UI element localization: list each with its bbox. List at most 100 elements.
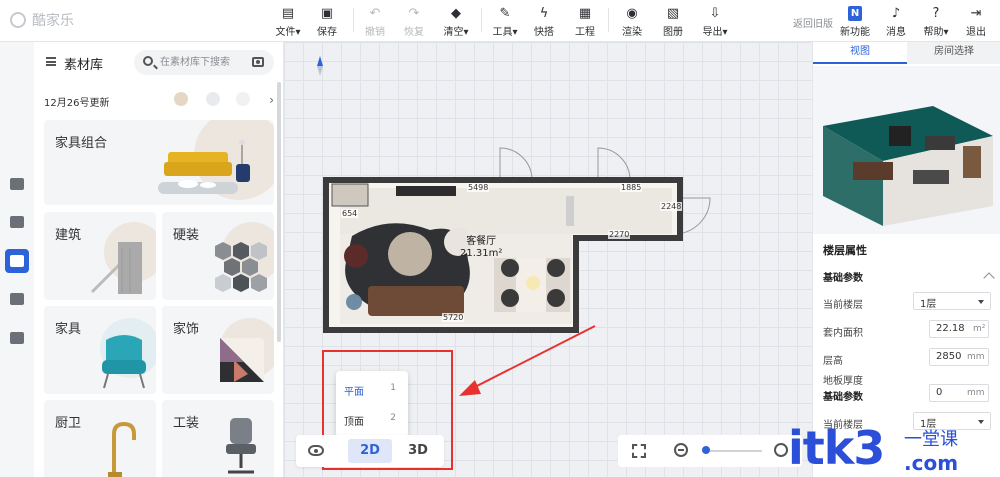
toolbar-divider xyxy=(353,8,354,32)
view-3d-button[interactable]: 3D xyxy=(396,439,440,463)
rail-item-storage[interactable] xyxy=(5,326,29,350)
list-icon[interactable] xyxy=(46,57,56,66)
tools-button[interactable]: ✎ 工具▾ xyxy=(487,6,523,38)
watermark-logo: itk3 xyxy=(788,421,885,475)
logout-button[interactable]: ⇥ 退出 xyxy=(958,6,994,38)
zoom-in-icon[interactable] xyxy=(774,443,788,457)
render-button[interactable]: ◉ 渲染 xyxy=(614,6,650,38)
album-button[interactable]: ▧ 图册 xyxy=(655,6,691,38)
card-home-decor[interactable]: 家饰 xyxy=(162,306,274,394)
new-feature-icon: N xyxy=(848,6,862,21)
3d-room-render xyxy=(823,106,993,226)
messages-button[interactable]: ♪ 消息 xyxy=(878,6,914,38)
help-icon: ? xyxy=(932,6,940,21)
eraser-icon: ◆ xyxy=(451,6,461,21)
update-row: 12月26号更新 › xyxy=(34,88,284,112)
card-furniture[interactable]: 家具 xyxy=(44,306,156,394)
quick-build-button[interactable]: ϟ 快搭 xyxy=(526,6,562,38)
door-icon xyxy=(10,216,24,228)
card-commercial[interactable]: 工装 xyxy=(162,400,274,477)
hexagon-tiles-illustration xyxy=(215,242,267,292)
popup-item-ceiling[interactable]: 顶面 2 xyxy=(344,409,402,429)
camera-icon[interactable] xyxy=(252,57,264,67)
rail-item-materials[interactable] xyxy=(5,249,29,273)
popup-label: 平面 xyxy=(344,387,364,398)
bolt-icon: ϟ xyxy=(539,6,549,21)
popup-item-floor-plan[interactable]: 平面 1 xyxy=(344,379,402,399)
export-button[interactable]: ⇩ 导出▾ xyxy=(697,6,733,38)
project-icon: ▦ xyxy=(578,6,592,21)
save-icon: ▣ xyxy=(320,6,334,21)
current-floor-select[interactable]: 1层 xyxy=(913,292,991,310)
right-panel: 视图 房间选择 楼层属性 基础参数 当前楼层 1层 套内面积 22.18 m² … xyxy=(812,42,1000,477)
rail-item-door[interactable] xyxy=(5,210,29,234)
view-2d-button[interactable]: 2D xyxy=(348,439,392,463)
rail-item-floorplan[interactable] xyxy=(5,172,29,196)
tab-room-select[interactable]: 房间选择 xyxy=(907,42,1000,64)
fit-screen-icon[interactable] xyxy=(632,444,646,458)
inner-area-label: 套内面积 xyxy=(823,328,863,339)
current-floor-label: 当前楼层 xyxy=(823,300,863,311)
update-text: 12月26号更新 xyxy=(44,98,110,109)
card-kitchen-bath[interactable]: 厨卫 xyxy=(44,400,156,477)
clear-button[interactable]: ◆ 清空▾ xyxy=(438,6,474,38)
new-feature-button[interactable]: N 新功能 xyxy=(837,6,873,38)
chevron-down-icon xyxy=(978,420,984,424)
help-button[interactable]: ? 帮助▾ xyxy=(918,6,954,38)
search-input[interactable] xyxy=(160,54,248,71)
update-thumb-1[interactable] xyxy=(174,92,188,106)
card-hard-decor[interactable]: 硬装 xyxy=(162,212,274,300)
save-button[interactable]: ▣ 保存 xyxy=(309,6,345,38)
popup-shortcut: 1 xyxy=(390,383,396,393)
dimension-label: 5720 xyxy=(442,313,465,322)
redo-button[interactable]: ↷ 恢复 xyxy=(396,6,432,38)
zoom-slider-track[interactable] xyxy=(702,450,762,452)
sofa-icon xyxy=(10,255,24,267)
user-icon xyxy=(10,293,24,305)
dimension-label: 2248 xyxy=(660,202,683,211)
card-label: 建筑 xyxy=(55,228,82,243)
rail-item-user[interactable] xyxy=(5,287,29,311)
basic-params-title-2: 基础参数 xyxy=(823,392,863,403)
chevron-right-icon[interactable]: › xyxy=(269,93,274,107)
app-logo[interactable]: 酷家乐 xyxy=(10,10,74,30)
dimension-label: 1885 xyxy=(620,183,643,192)
card-label: 厨卫 xyxy=(55,416,82,431)
toolbar-divider xyxy=(481,8,482,32)
file-button[interactable]: ▤ 文件▾ xyxy=(270,6,306,38)
unit-label: m² xyxy=(973,324,986,334)
floor-plan[interactable] xyxy=(318,140,728,340)
view-toggle-bar: 2D 3D xyxy=(296,435,444,467)
zoom-slider-handle[interactable] xyxy=(702,446,710,454)
card-label: 家具 xyxy=(55,322,82,337)
faucet-illustration xyxy=(108,421,136,477)
room-label[interactable]: 客餐厅 21.31m² xyxy=(460,236,502,260)
update-thumb-3[interactable] xyxy=(236,92,250,106)
compass-icon[interactable] xyxy=(314,56,326,78)
project-button[interactable]: ▦ 工程 xyxy=(567,6,603,38)
card-label: 家具组合 xyxy=(55,136,108,151)
collapse-icon[interactable] xyxy=(983,272,995,284)
floor-thickness-label: 地板厚度 xyxy=(823,376,863,387)
dimension-label: 5498 xyxy=(467,183,490,192)
dimension-label: 654 xyxy=(341,209,359,218)
logo-text: 酷家乐 xyxy=(32,13,74,29)
card-architecture[interactable]: 建筑 xyxy=(44,212,156,300)
panel-scrollbar[interactable] xyxy=(277,82,281,342)
card-furniture-combo[interactable]: 家具组合 xyxy=(44,120,274,205)
logo-icon xyxy=(10,12,26,28)
top-toolbar: 酷家乐 ▤ 文件▾ ▣ 保存 ↶ 撤销 ↷ 恢复 ◆ 清空▾ ✎ 工具▾ ϟ 快搭 ▦ 工程 ◉… xyxy=(0,0,1000,42)
export-icon: ⇩ xyxy=(709,6,721,21)
eye-icon[interactable] xyxy=(308,445,324,456)
material-search[interactable] xyxy=(134,50,274,75)
current-floor-select-2[interactable]: 1层 xyxy=(913,412,991,430)
undo-button[interactable]: ↶ 撤销 xyxy=(357,6,393,38)
zoom-out-icon[interactable] xyxy=(674,443,688,457)
3d-preview[interactable] xyxy=(813,66,1000,234)
sofa-set-illustration xyxy=(158,140,250,194)
return-old-version-link[interactable]: 返回旧版 xyxy=(793,15,833,30)
update-thumb-2[interactable] xyxy=(206,92,220,106)
search-icon xyxy=(143,56,153,66)
tab-view[interactable]: 视图 xyxy=(813,42,907,64)
room-name: 客餐厅 xyxy=(466,236,497,247)
